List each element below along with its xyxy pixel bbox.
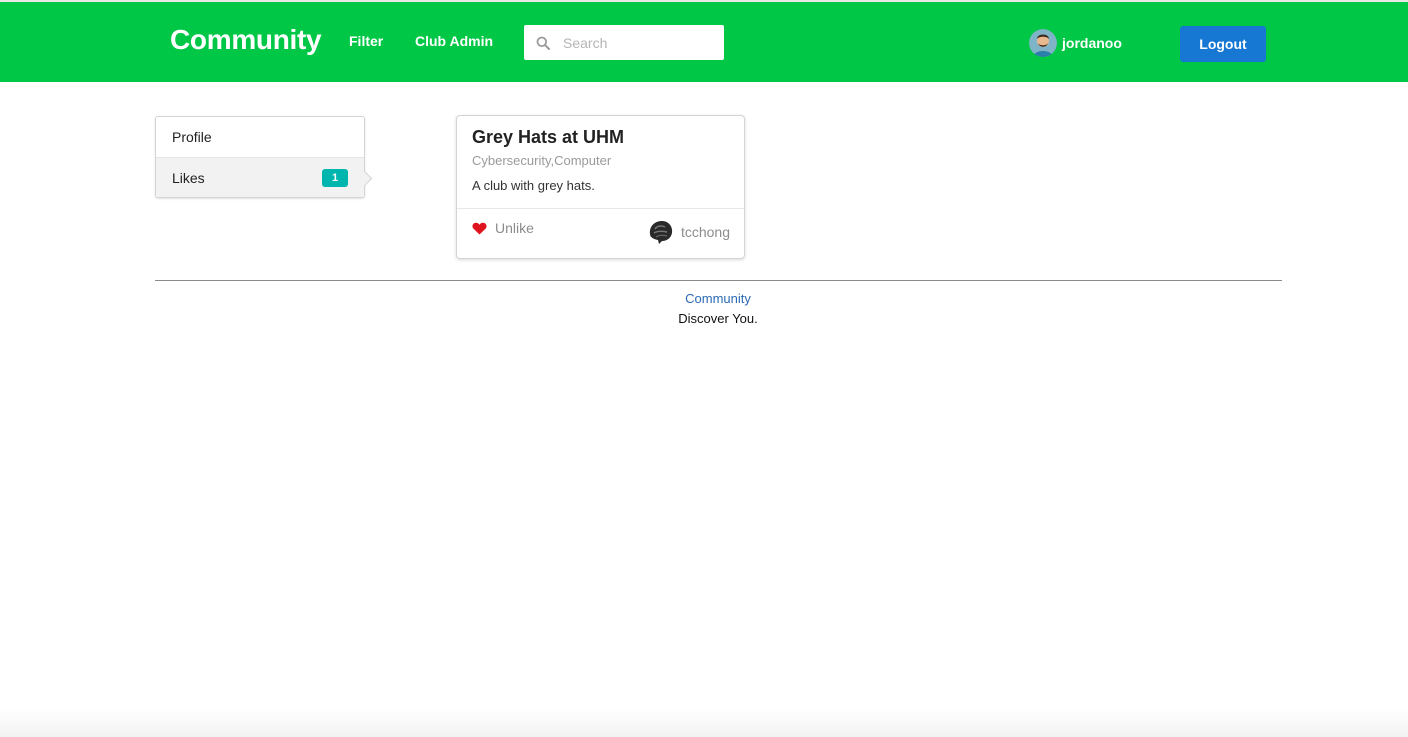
user-avatar-icon (1029, 29, 1057, 57)
owner-name: tcchong (680, 224, 730, 240)
sidebar-item-likes[interactable]: Likes 1 (156, 157, 364, 197)
search-icon (536, 36, 550, 50)
bottom-shadow (0, 709, 1408, 737)
top-navbar: Community Filter Club Admin jordanoo Log… (0, 0, 1408, 82)
unlike-label: Unlike (495, 220, 534, 236)
owner-avatar-icon (647, 219, 674, 245)
unlike-button[interactable]: Unlike (472, 220, 534, 236)
sidebar-menu: Profile Likes 1 (155, 116, 365, 198)
sidebar-item-label: Likes (172, 169, 205, 186)
club-categories: Cybersecurity,Computer (472, 153, 612, 168)
sidebar-item-profile[interactable]: Profile (156, 117, 364, 157)
footer-community-link[interactable]: Community (0, 291, 1408, 306)
club-description: A club with grey hats. (472, 178, 595, 193)
sidebar-item-label: Profile (172, 129, 212, 145)
search-input[interactable] (561, 33, 711, 52)
heart-icon (472, 222, 487, 235)
username-label: jordanoo (1062, 35, 1122, 51)
search-box[interactable] (524, 25, 724, 60)
club-owner[interactable]: tcchong (647, 219, 730, 245)
likes-count-badge: 1 (322, 169, 348, 187)
footer-tagline: Discover You. (678, 311, 758, 326)
brand-logo[interactable]: Community (170, 24, 322, 56)
user-menu[interactable]: jordanoo (1029, 29, 1122, 57)
club-card: Grey Hats at UHM Cybersecurity,Computer … (456, 115, 745, 259)
nav-filter-link[interactable]: Filter (349, 33, 383, 49)
card-divider (457, 208, 744, 209)
footer-divider (155, 280, 1282, 281)
nav-club-admin-link[interactable]: Club Admin (415, 33, 493, 49)
logout-button[interactable]: Logout (1180, 26, 1266, 62)
club-title[interactable]: Grey Hats at UHM (472, 127, 624, 148)
